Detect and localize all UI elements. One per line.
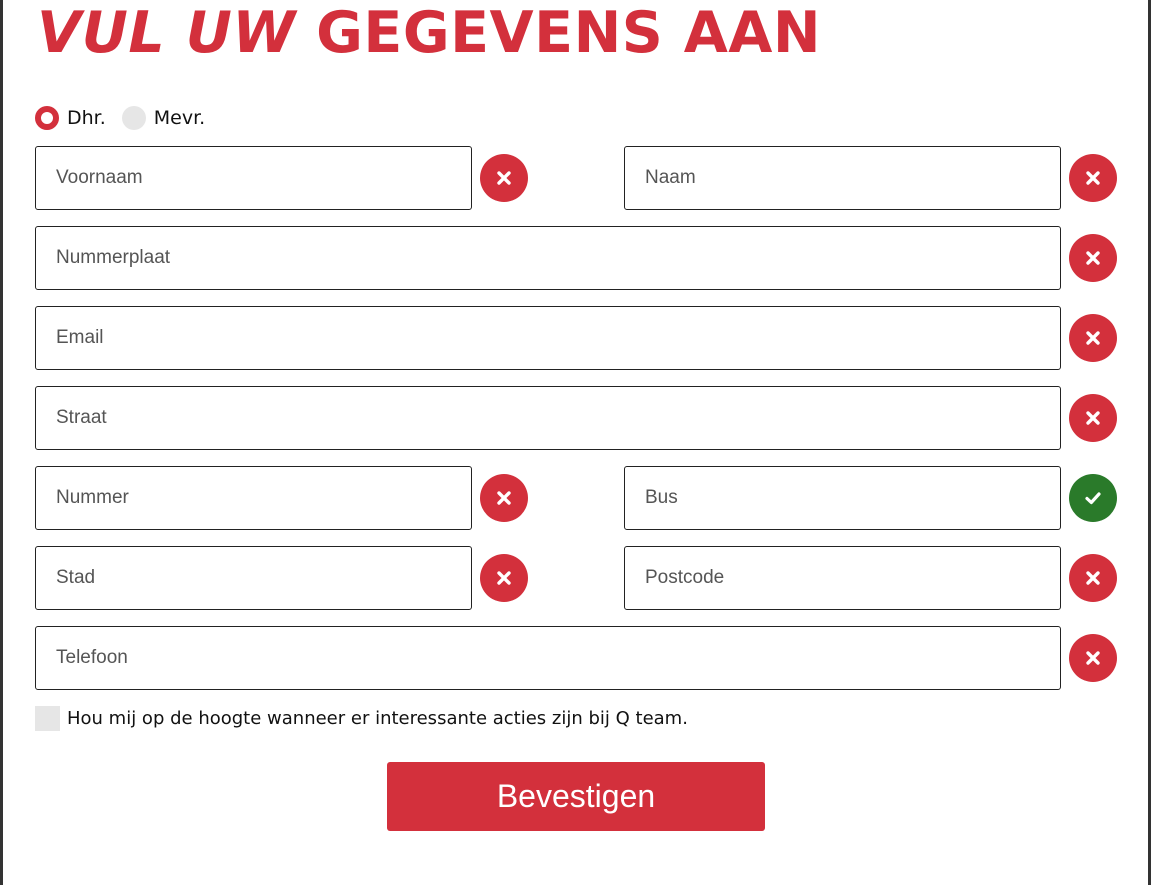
bus-field-box bbox=[624, 466, 1061, 530]
salutation-label-mevr: Mevr. bbox=[153, 107, 206, 129]
straat-error-badge bbox=[1069, 394, 1117, 442]
close-icon bbox=[1086, 251, 1100, 265]
telefoon-input[interactable] bbox=[36, 627, 1060, 689]
check-icon bbox=[1085, 492, 1101, 505]
close-icon bbox=[497, 171, 511, 185]
salutation-option-mevr[interactable]: Mevr. bbox=[121, 106, 206, 130]
close-icon bbox=[497, 571, 511, 585]
nummer-error-badge bbox=[480, 474, 528, 522]
voornaam-field-box bbox=[35, 146, 472, 210]
naam-field-box bbox=[624, 146, 1061, 210]
postcode-field-box bbox=[624, 546, 1061, 610]
nummerplaat-input[interactable] bbox=[36, 227, 1060, 289]
page-title: VUL UW GEGEVENS AAN bbox=[37, 0, 821, 68]
close-icon bbox=[1086, 411, 1100, 425]
page-title-rest: GEGEVENS AAN bbox=[316, 0, 822, 66]
nummer-input[interactable] bbox=[36, 467, 471, 529]
close-icon bbox=[1086, 651, 1100, 665]
naam-input[interactable] bbox=[625, 147, 1060, 209]
bus-input[interactable] bbox=[625, 467, 1060, 529]
submit-button[interactable]: Bevestigen bbox=[387, 762, 765, 831]
page-title-emphasis: VUL UW bbox=[37, 0, 296, 66]
close-icon bbox=[497, 491, 511, 505]
voornaam-error-badge bbox=[480, 154, 528, 202]
voornaam-input[interactable] bbox=[36, 147, 471, 209]
stad-error-badge bbox=[480, 554, 528, 602]
radio-unselected-icon[interactable] bbox=[121, 106, 146, 130]
page-frame-left bbox=[0, 0, 3, 885]
postcode-input[interactable] bbox=[625, 547, 1060, 609]
naam-error-badge bbox=[1069, 154, 1117, 202]
telefoon-error-badge bbox=[1069, 634, 1117, 682]
nummerplaat-error-badge bbox=[1069, 234, 1117, 282]
email-field-box bbox=[35, 306, 1061, 370]
straat-field-box bbox=[35, 386, 1061, 450]
close-icon bbox=[1086, 171, 1100, 185]
bus-valid-badge bbox=[1069, 474, 1117, 522]
email-error-badge bbox=[1069, 314, 1117, 362]
close-icon bbox=[1086, 571, 1100, 585]
salutation-option-dhr[interactable]: Dhr. bbox=[35, 106, 106, 130]
close-icon bbox=[1086, 331, 1100, 345]
nummerplaat-field-box bbox=[35, 226, 1061, 290]
straat-input[interactable] bbox=[36, 387, 1060, 449]
newsletter-label: Hou mij op de hoogte wanneer er interess… bbox=[67, 708, 688, 729]
stad-field-box bbox=[35, 546, 472, 610]
newsletter-optin: Hou mij op de hoogte wanneer er interess… bbox=[35, 706, 688, 731]
salutation-radio-group: Dhr. Mevr. bbox=[35, 104, 221, 132]
radio-selected-icon[interactable] bbox=[35, 106, 59, 130]
salutation-label-dhr: Dhr. bbox=[67, 107, 106, 129]
email-input[interactable] bbox=[36, 307, 1060, 369]
nummer-field-box bbox=[35, 466, 472, 530]
newsletter-checkbox[interactable] bbox=[35, 706, 60, 731]
stad-input[interactable] bbox=[36, 547, 471, 609]
postcode-error-badge bbox=[1069, 554, 1117, 602]
telefoon-field-box bbox=[35, 626, 1061, 690]
